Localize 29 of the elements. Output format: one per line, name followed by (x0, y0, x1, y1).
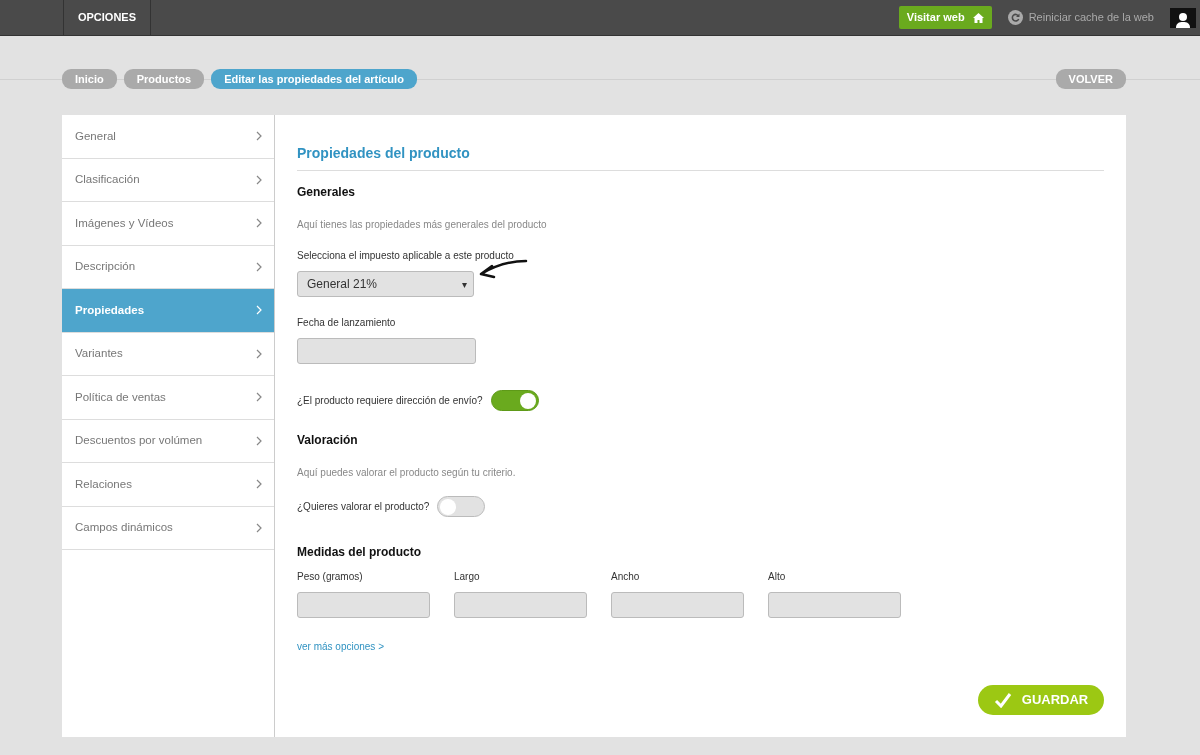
sidebar-item[interactable]: Variantes (62, 332, 274, 376)
sidebar-item[interactable]: Descuentos por volúmen (62, 419, 274, 463)
field-label: Ancho (611, 570, 640, 584)
field-label: ¿El producto requiere dirección de envío? (297, 394, 483, 408)
panel-title: Propiedades del producto (297, 143, 1104, 171)
breadcrumb-link[interactable]: Editar las propiedades del artículo (211, 68, 417, 90)
reset-cache-link[interactable]: Reiniciar cache de la web (1007, 9, 1154, 26)
sidebar-item[interactable]: General (62, 115, 274, 159)
section-description: Aquí tienes las propiedades más generales del producto (297, 218, 548, 232)
sidebar-item[interactable]: Propiedades (62, 289, 274, 333)
section-title: OPCIONES (63, 0, 151, 36)
section-description: Aquí puedes valorar el producto según tu criterio. (297, 466, 517, 480)
sidebar-item[interactable]: Campos dinámicos (62, 506, 274, 550)
more-options-link[interactable]: ver más opciones > (297, 641, 384, 652)
sidebar-item[interactable]: Política de ventas (62, 376, 274, 420)
field-label: Largo (454, 570, 480, 584)
field-label: Peso (gramos) (297, 570, 363, 584)
tax-select[interactable]: General 21% ▾ (297, 271, 474, 297)
field-label: Alto (768, 570, 786, 584)
visit-web-button[interactable]: Visitar web (898, 6, 992, 29)
section-heading: Valoración (297, 432, 359, 449)
field-label: Selecciona el impuesto aplicable a este producto (297, 249, 514, 263)
field-label: Fecha de lanzamiento (297, 316, 396, 330)
section-heading: Generales (297, 184, 357, 201)
sidebar-item[interactable]: Clasificación (62, 158, 274, 202)
section-heading: Medidas del producto (297, 544, 422, 561)
field-label: ¿Quieres valorar el producto? (297, 500, 430, 514)
sidebar-item[interactable]: Imágenes y Vídeos (62, 202, 274, 246)
sidebar-item[interactable]: Relaciones (62, 463, 274, 507)
